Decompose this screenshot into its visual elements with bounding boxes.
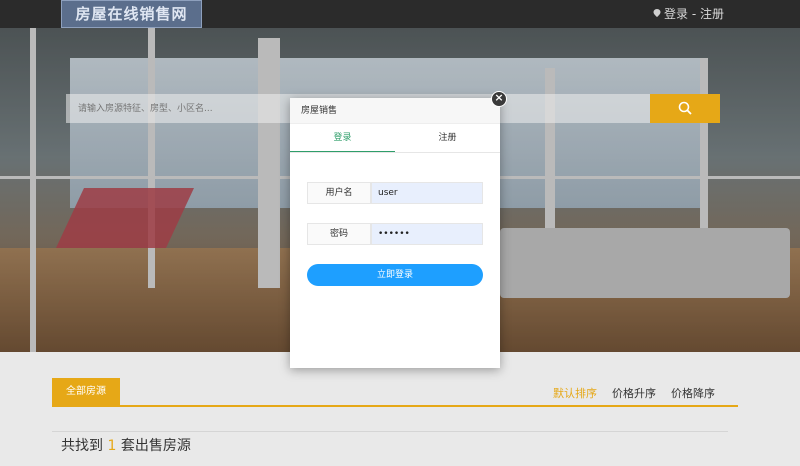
result-count-suffix: 套出售房源: [120, 438, 191, 454]
top-bar: 房屋在线销售网 登录 - 注册: [0, 0, 800, 28]
username-field[interactable]: user: [371, 182, 483, 204]
search-icon: [678, 101, 692, 115]
close-icon[interactable]: ×: [491, 91, 507, 107]
login-register-link[interactable]: 登录 - 注册: [653, 0, 724, 28]
sort-price-asc[interactable]: 价格升序: [612, 385, 656, 401]
tab-all-listings[interactable]: 全部房源: [52, 378, 120, 406]
username-label: 用户名: [307, 182, 371, 204]
result-count: 共找到 1 套出售房源: [61, 435, 191, 455]
listing-section: 全部房源 默认排序 价格升序 价格降序 共找到 1 套出售房源: [0, 352, 800, 466]
login-submit-button[interactable]: 立即登录: [307, 264, 483, 286]
modal-tab-divider: [290, 152, 500, 153]
auth-text: 登录 - 注册: [664, 7, 724, 21]
login-modal: 房屋销售 登录 注册 用户名 user 密码 •••••• 立即登录: [290, 98, 500, 368]
tab-underline: [52, 405, 738, 407]
modal-title: 房屋销售: [290, 98, 500, 124]
sort-price-desc[interactable]: 价格降序: [671, 385, 715, 401]
search-button[interactable]: [650, 94, 720, 123]
section-divider: [52, 431, 728, 432]
tab-login[interactable]: 登录: [290, 124, 395, 152]
password-label: 密码: [307, 223, 371, 245]
result-count-prefix: 共找到: [61, 438, 103, 454]
site-logo[interactable]: 房屋在线销售网: [61, 0, 202, 28]
password-field[interactable]: ••••••: [371, 223, 483, 245]
tab-register[interactable]: 注册: [395, 124, 500, 152]
result-count-number: 1: [107, 438, 117, 454]
sort-default[interactable]: 默认排序: [553, 385, 597, 401]
location-pin-icon: [653, 9, 661, 17]
